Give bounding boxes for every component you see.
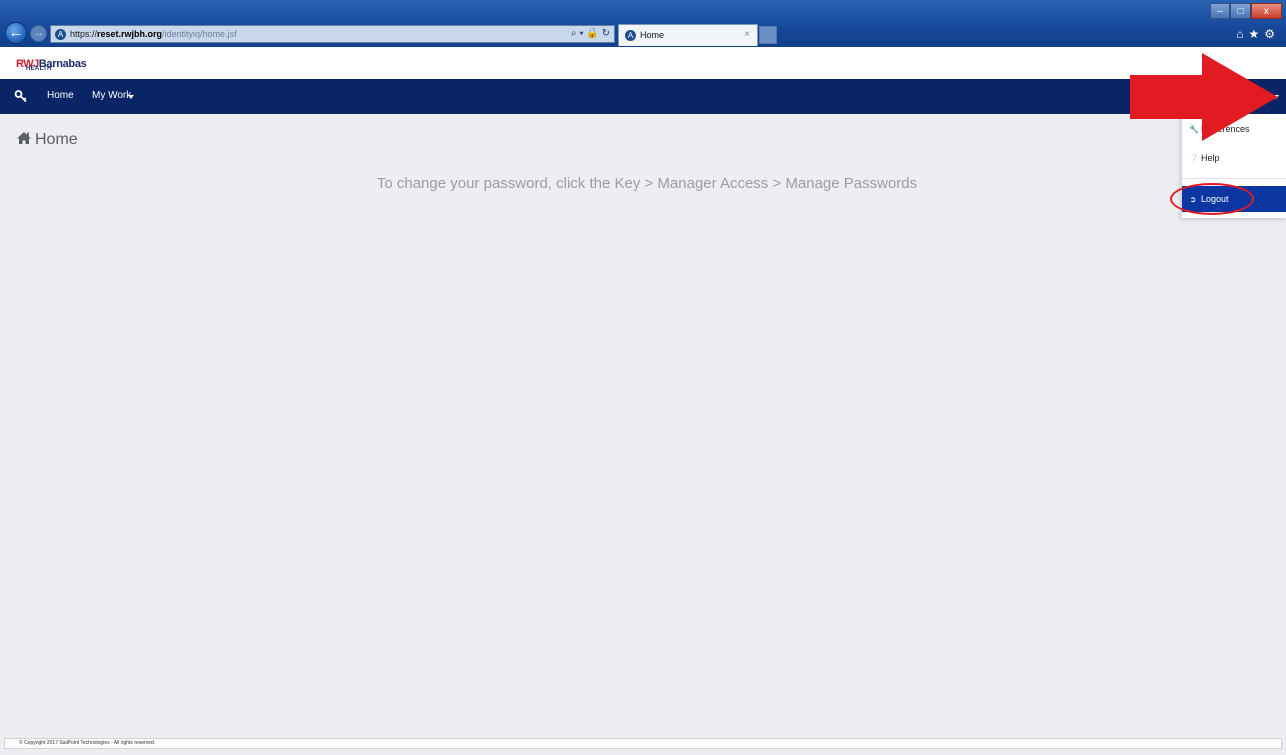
password-instructions: To change your password, click the Key >… bbox=[0, 175, 1286, 192]
back-button[interactable]: ← bbox=[5, 22, 27, 44]
address-host: reset.rwjbh.org bbox=[97, 29, 163, 39]
close-window-button[interactable]: x bbox=[1250, 3, 1282, 19]
forward-button[interactable]: → bbox=[30, 25, 47, 42]
page-title: Home bbox=[16, 131, 78, 149]
address-protocol: https:// bbox=[70, 29, 98, 39]
browser-chrome: ← → Ahttps://reset.rwjbh.org/identityiq/… bbox=[0, 0, 1286, 47]
page-title-text: Home bbox=[35, 131, 78, 148]
minimize-button[interactable]: – bbox=[1210, 3, 1231, 19]
site-identity-icon: A bbox=[55, 29, 66, 41]
tab-site-icon: A bbox=[625, 30, 636, 42]
footer: © Copyright 2017 SailPoint Technologies … bbox=[4, 738, 1282, 749]
nav-home-link[interactable]: Home bbox=[47, 90, 74, 101]
logo-bar: RWJBarnabas HEALTH bbox=[0, 47, 1286, 79]
home-icon bbox=[17, 132, 31, 144]
tab-title: Home bbox=[640, 30, 665, 40]
key-icon[interactable] bbox=[14, 89, 28, 103]
home-favorites-tools-icons[interactable]: ⌂★⚙ bbox=[1236, 27, 1280, 41]
rwjbarnabas-logo[interactable]: RWJBarnabas HEALTH bbox=[16, 54, 87, 76]
menu-divider bbox=[1182, 178, 1286, 179]
chevron-down-icon[interactable] bbox=[128, 95, 134, 99]
main-navbar: Home My Work bbox=[0, 79, 1286, 114]
menu-item-label: Help bbox=[1201, 153, 1220, 163]
tab-close-icon[interactable]: × bbox=[744, 25, 750, 45]
menu-item-help[interactable]: ❔ Help bbox=[1182, 146, 1286, 170]
tab-home[interactable]: A Home × bbox=[618, 24, 758, 46]
question-circle-icon: ❔ bbox=[1189, 154, 1199, 163]
logo-health-text: HEALTH bbox=[26, 66, 52, 72]
address-path: /identityiq/home.jsf bbox=[162, 29, 237, 39]
red-arrow-annotation bbox=[1130, 53, 1278, 141]
nav-my-work-menu[interactable]: My Work bbox=[92, 90, 131, 101]
maximize-button[interactable]: □ bbox=[1230, 3, 1251, 19]
password-instructions-text: To change your password, click the Key >… bbox=[376, 175, 918, 192]
address-tools[interactable]: ⌕ ▾ 🔒 ↻ bbox=[566, 26, 614, 41]
new-tab-button[interactable] bbox=[759, 26, 777, 44]
red-circle-annotation bbox=[1170, 183, 1254, 215]
window-controls: – □ x bbox=[1210, 3, 1282, 19]
address-bar[interactable]: Ahttps://reset.rwjbh.org/identityiq/home… bbox=[50, 25, 615, 43]
copyright-text: © Copyright 2017 SailPoint Technologies … bbox=[19, 740, 156, 746]
